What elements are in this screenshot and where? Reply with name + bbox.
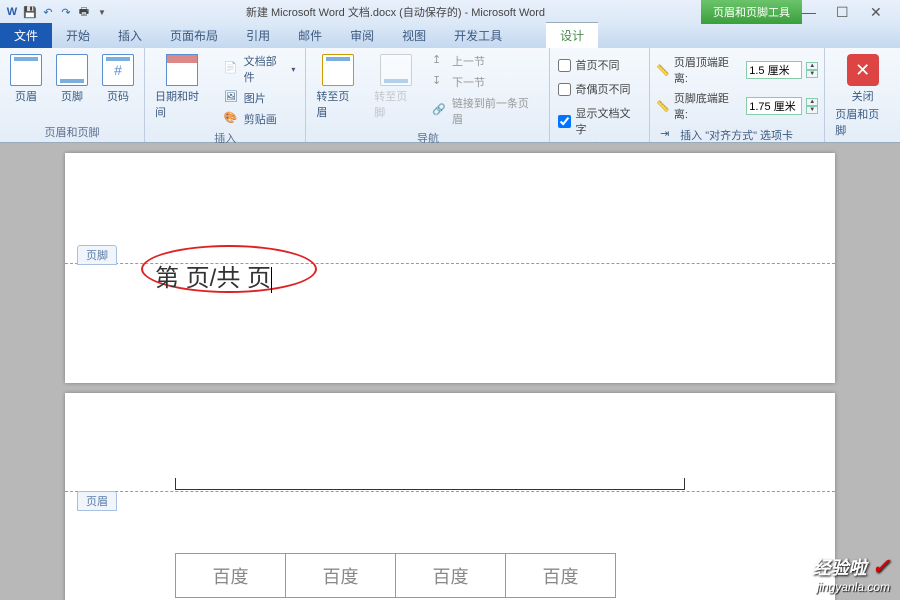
ruler-icon: 📏 — [656, 64, 670, 77]
goto-header-icon — [322, 54, 354, 86]
group-insert: 日期和时间 📄 文档部件 ▾ 🖼 图片 🎨 剪贴画 插入 — [145, 48, 306, 142]
word-icon: W — [4, 4, 20, 20]
table-cell[interactable]: 百度 — [176, 554, 286, 598]
goto-header-button[interactable]: 转至页眉 — [312, 52, 364, 122]
footer-distance-input[interactable] — [746, 97, 802, 115]
page-number-icon — [102, 54, 134, 86]
dropdown-icon: ▾ — [291, 65, 295, 74]
document-page[interactable]: 页脚 第 页/共 页 — [65, 153, 835, 383]
page-number-button[interactable]: 页码 — [98, 52, 138, 106]
header-button[interactable]: 页眉 — [6, 52, 46, 106]
document-page[interactable]: 页眉 百度 百度 百度 百度 — [65, 393, 835, 600]
ruler-icon: 📏 — [656, 100, 670, 113]
date-time-button[interactable]: 日期和时间 — [151, 52, 214, 122]
group-navigation: 转至页眉 转至页脚 ↥ 上一节 ↧ 下一节 🔗 链接到前一条页眉 — [306, 48, 550, 142]
save-icon[interactable]: 💾 — [22, 4, 38, 20]
clipart-button[interactable]: 🎨 剪贴画 — [220, 110, 300, 128]
undo-icon[interactable]: ↶ — [40, 4, 56, 20]
context-tab-label: 页眉和页脚工具 — [701, 0, 802, 24]
window-title: 新建 Microsoft Word 文档.docx (自动保存的) - Micr… — [110, 4, 681, 20]
header-boundary-line — [65, 491, 835, 492]
tab-mailings[interactable]: 邮件 — [284, 23, 336, 48]
qat-dropdown-icon[interactable]: ▼ — [94, 4, 110, 20]
tab-view[interactable]: 视图 — [388, 23, 440, 48]
prev-icon: ↥ — [432, 53, 448, 69]
footer-from-bottom-row: 📏 页脚底端距离: ▲▼ — [656, 90, 818, 122]
link-previous-button[interactable]: 🔗 链接到前一条页眉 — [428, 94, 543, 128]
tab-references[interactable]: 引用 — [232, 23, 284, 48]
window-controls: — ☐ ✕ — [802, 4, 896, 20]
quick-parts-button[interactable]: 📄 文档部件 ▾ — [220, 52, 300, 86]
document-table[interactable]: 百度 百度 百度 百度 — [175, 553, 616, 598]
footer-button[interactable]: 页脚 — [52, 52, 92, 106]
tab-file[interactable]: 文件 — [0, 23, 52, 48]
checkbox-icon[interactable] — [558, 83, 571, 96]
table-cell[interactable]: 百度 — [506, 554, 616, 598]
checkbox-icon[interactable] — [558, 115, 571, 128]
next-section-button[interactable]: ↧ 下一节 — [428, 73, 543, 91]
table-row: 百度 百度 百度 百度 — [176, 554, 616, 598]
ribbon-tabs: 文件 开始 插入 页面布局 引用 邮件 审阅 视图 开发工具 设计 — [0, 24, 900, 48]
different-odd-even-checkbox[interactable]: 奇偶页不同 — [556, 80, 643, 98]
previous-section-button[interactable]: ↥ 上一节 — [428, 52, 543, 70]
quick-access-toolbar: W 💾 ↶ ↷ 🖶 ▼ — [4, 4, 110, 20]
tab-insert[interactable]: 插入 — [104, 23, 156, 48]
redo-icon[interactable]: ↷ — [58, 4, 74, 20]
header-from-top-row: 📏 页眉顶端距离: ▲▼ — [656, 54, 818, 86]
next-icon: ↧ — [432, 74, 448, 90]
picture-button[interactable]: 🖼 图片 — [220, 89, 300, 107]
clipart-icon: 🎨 — [224, 111, 240, 127]
spin-up-icon[interactable]: ▲ — [806, 62, 818, 70]
tab-home[interactable]: 开始 — [52, 23, 104, 48]
table-cell[interactable]: 百度 — [396, 554, 506, 598]
show-document-text-checkbox[interactable]: 显示文档文字 — [556, 104, 643, 138]
tab-icon: ⇥ — [660, 127, 676, 143]
header-icon — [10, 54, 42, 86]
table-cell[interactable]: 百度 — [286, 554, 396, 598]
quickparts-icon: 📄 — [224, 61, 240, 77]
spin-down-icon[interactable]: ▼ — [806, 106, 818, 114]
tab-review[interactable]: 审阅 — [336, 23, 388, 48]
close-icon[interactable]: ✕ — [870, 4, 886, 20]
checkbox-icon[interactable] — [558, 59, 571, 72]
print-icon[interactable]: 🖶 — [76, 4, 92, 20]
close-header-footer-button[interactable]: ✕ 关闭 页眉和页脚 — [831, 52, 894, 140]
group-label-hf: 页眉和页脚 — [6, 122, 138, 142]
watermark: 经验啦 ✓ jingyanla.com — [813, 554, 890, 594]
title-bar: W 💾 ↶ ↷ 🖶 ▼ 新建 Microsoft Word 文档.docx (自… — [0, 0, 900, 24]
spin-down-icon[interactable]: ▼ — [806, 70, 818, 78]
header-rule-line — [175, 478, 685, 490]
tab-design[interactable]: 设计 — [546, 22, 598, 48]
footer-tag: 页脚 — [77, 245, 117, 265]
close-x-icon: ✕ — [847, 54, 879, 86]
header-tag: 页眉 — [77, 491, 117, 511]
spin-up-icon[interactable]: ▲ — [806, 98, 818, 106]
insert-alignment-tab-button[interactable]: ⇥ 插入 "对齐方式" 选项卡 — [656, 126, 818, 144]
header-distance-input[interactable] — [746, 61, 802, 79]
group-options: 首页不同 奇偶页不同 显示文档文字 选项 — [550, 48, 650, 142]
group-header-footer: 页眉 页脚 页码 页眉和页脚 — [0, 48, 145, 142]
tab-developer[interactable]: 开发工具 — [440, 23, 516, 48]
calendar-icon — [166, 54, 198, 86]
different-first-page-checkbox[interactable]: 首页不同 — [556, 56, 643, 74]
footer-text-content[interactable]: 第 页/共 页 — [155, 258, 272, 293]
check-icon: ✓ — [872, 554, 890, 579]
group-position: 📏 页眉顶端距离: ▲▼ 📏 页脚底端距离: ▲▼ ⇥ 插入 "对齐方式" 选项… — [650, 48, 825, 142]
goto-footer-icon — [380, 54, 412, 86]
minimize-icon[interactable]: — — [802, 4, 818, 20]
footer-icon — [56, 54, 88, 86]
ribbon: 页眉 页脚 页码 页眉和页脚 日期和时间 📄 文档部件 ▾ — [0, 48, 900, 143]
group-close: ✕ 关闭 页眉和页脚 关闭 — [825, 48, 900, 142]
text-cursor — [271, 267, 272, 293]
maximize-icon[interactable]: ☐ — [836, 4, 852, 20]
goto-footer-button[interactable]: 转至页脚 — [370, 52, 422, 122]
tab-layout[interactable]: 页面布局 — [156, 23, 232, 48]
link-icon: 🔗 — [432, 103, 448, 119]
picture-icon: 🖼 — [224, 90, 240, 106]
document-area[interactable]: 页脚 第 页/共 页 页眉 百度 百度 百度 百度 — [0, 143, 900, 600]
